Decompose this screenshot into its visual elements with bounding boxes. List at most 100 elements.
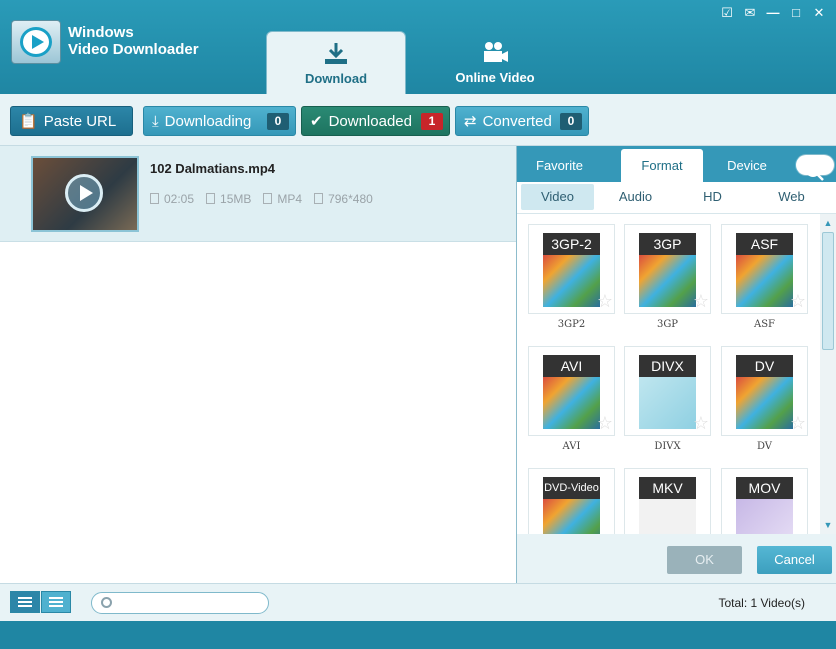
downloading-button[interactable]: ⤓ Downloading 0 (143, 106, 296, 136)
format-card-mkv[interactable]: MKV (624, 468, 711, 534)
cancel-button[interactable]: Cancel (757, 546, 832, 574)
format-subtabs: Video Audio HD Web (517, 182, 836, 214)
favorite-star-icon[interactable]: ☆ (693, 413, 709, 434)
divx-logo-icon (639, 377, 696, 429)
grid-view-button[interactable] (10, 591, 40, 613)
format-name: MOV (736, 477, 793, 499)
downloaded-button[interactable]: ✔ Downloaded 1 (301, 106, 450, 136)
film-icon (543, 499, 600, 534)
format-name: AVI (543, 355, 600, 377)
format-scrollbar[interactable]: ▲ ▼ (820, 214, 836, 534)
converted-count-badge: 0 (560, 113, 582, 130)
video-thumbnail[interactable] (31, 156, 139, 232)
tab-device[interactable]: Device (706, 149, 788, 182)
format-grid: 3GP-2 ☆ 3GP ☆ ASF ☆ 3GP2 3GP ASF AVI ☆ DIVX ☆… (517, 214, 820, 534)
format-card-3gp[interactable]: 3GP ☆ (624, 224, 711, 314)
favorite-star-icon[interactable]: ☆ (790, 413, 806, 434)
panel-tabs: Favorite Format Device (517, 146, 836, 182)
ok-button[interactable]: OK (667, 546, 742, 574)
maximize-icon[interactable]: □ (789, 6, 803, 20)
video-meta: 02:05 15MB MP4 796*480 (150, 192, 373, 206)
list-view-button[interactable] (41, 591, 71, 613)
favorite-star-icon[interactable]: ☆ (597, 413, 613, 434)
tab-favorite[interactable]: Favorite (517, 149, 602, 182)
duration: 02:05 (150, 192, 194, 206)
search-input[interactable] (118, 595, 263, 611)
downloading-count-badge: 0 (267, 113, 289, 130)
resolution: 796*480 (314, 192, 373, 206)
phone-icon (543, 255, 600, 307)
tab-download-label: Download (304, 71, 368, 86)
format-card-divx[interactable]: DIVX ☆ (624, 346, 711, 436)
paste-url-label: Paste URL (43, 112, 117, 130)
subtab-web[interactable]: Web (755, 184, 828, 210)
phone-icon (639, 255, 696, 307)
convert-icon: ⇄ (464, 113, 477, 130)
format-name: 3GP-2 (543, 233, 600, 255)
format-card-3gp2[interactable]: 3GP-2 ☆ (528, 224, 615, 314)
size-value: 15MB (220, 192, 252, 206)
play-icon[interactable] (65, 174, 103, 212)
tab-format[interactable]: Format (621, 149, 703, 182)
format-card-avi[interactable]: AVI ☆ (528, 346, 615, 436)
footer: Total: 1 Video(s) (0, 583, 836, 621)
list-item[interactable]: 102 Dalmatians.mp4 02:05 15MB MP4 796*48… (0, 146, 516, 242)
tab-online-video[interactable]: Online Video (425, 31, 565, 94)
minimize-icon[interactable]: — (766, 6, 780, 20)
app-title-line2: Video Downloader (68, 41, 199, 58)
favorite-star-icon[interactable]: ☆ (790, 291, 806, 312)
register-icon[interactable]: ☑ (720, 6, 734, 20)
header: Windows Video Downloader ☑ ✉ — □ ✕ Downl… (0, 0, 836, 94)
clipboard-icon: 📋 (19, 113, 38, 130)
format-card-mov[interactable]: MOV (721, 468, 808, 534)
clock-icon (150, 193, 159, 204)
film-disc-icon (543, 377, 600, 429)
format-name: ASF (736, 233, 793, 255)
subtab-audio[interactable]: Audio (599, 184, 672, 210)
download-arrow-icon: ⤓ (152, 112, 159, 130)
feedback-icon[interactable]: ✉ (743, 6, 757, 20)
tab-download[interactable]: Download (266, 31, 406, 94)
subtab-video[interactable]: Video (521, 184, 594, 210)
video-filename: 102 Dalmatians.mp4 (150, 161, 276, 176)
file-icon (206, 193, 216, 204)
scroll-up-icon[interactable]: ▲ (820, 216, 836, 230)
format-name: DV (736, 355, 793, 377)
format-card-dvd-video[interactable]: DVD-Video (528, 468, 615, 534)
tab-online-video-label: Online Video (455, 70, 535, 85)
paste-url-button[interactable]: 📋 Paste URL (10, 106, 133, 136)
format-name: MKV (639, 477, 696, 499)
format-label: DIVX (654, 441, 681, 452)
format-card-dv[interactable]: DV ☆ (721, 346, 808, 436)
format-label: 3GP2 (557, 319, 586, 330)
search-icon (101, 597, 112, 608)
format-label: DV (756, 441, 773, 452)
format-name: DIVX (639, 355, 696, 377)
favorite-star-icon[interactable]: ☆ (597, 291, 613, 312)
download-icon (325, 43, 347, 64)
favorite-star-icon[interactable]: ☆ (693, 291, 709, 312)
scroll-thumb[interactable] (822, 232, 834, 350)
file-format: MP4 (263, 192, 302, 206)
format-icon (263, 193, 273, 204)
format-name: 3GP (639, 233, 696, 255)
format-card-asf[interactable]: ASF ☆ (721, 224, 808, 314)
status-bar (0, 621, 836, 649)
app-logo (11, 20, 61, 64)
toolbar: 📋 Paste URL ⤓ Downloading 0 ✔ Downloaded… (0, 94, 836, 146)
scroll-down-icon[interactable]: ▼ (820, 518, 836, 532)
converted-label: Converted (482, 112, 552, 130)
film-icon (736, 255, 793, 307)
app-title: Windows Video Downloader (68, 24, 199, 58)
app-title-line1: Windows (68, 24, 134, 41)
file-size: 15MB (206, 192, 251, 206)
subtab-hd[interactable]: HD (676, 184, 749, 210)
close-icon[interactable]: ✕ (812, 6, 826, 20)
grid-view-icon (18, 597, 32, 599)
search-icon[interactable] (795, 154, 835, 181)
video-list: 102 Dalmatians.mp4 02:05 15MB MP4 796*48… (0, 146, 516, 583)
search-box[interactable] (91, 592, 269, 614)
converted-button[interactable]: ⇄ Converted 0 (455, 106, 589, 136)
duration-value: 02:05 (164, 192, 195, 206)
resolution-icon (314, 193, 324, 204)
